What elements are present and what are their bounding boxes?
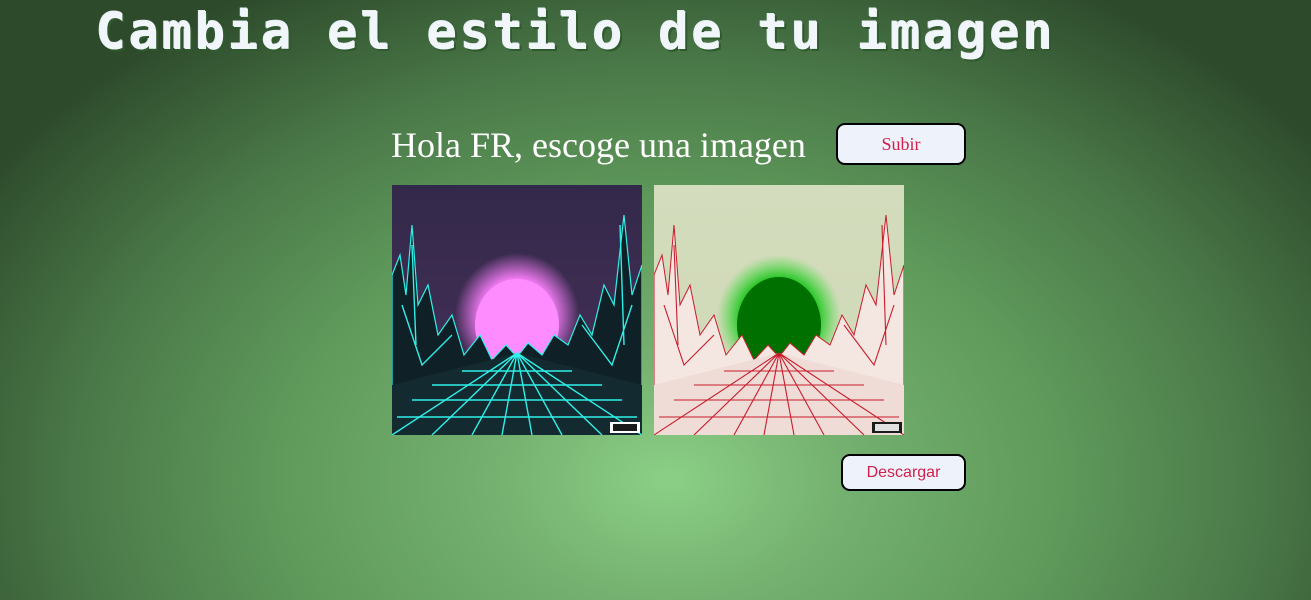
original-image <box>392 185 642 435</box>
page-title: Cambia el estilo de tu imagen <box>96 3 1056 61</box>
upload-button[interactable]: Subir <box>836 123 966 165</box>
styled-image <box>654 185 904 435</box>
download-button[interactable]: Descargar <box>841 454 966 491</box>
upload-prompt-text: Hola FR, escoge una imagen <box>391 125 806 165</box>
styled-landscape-image <box>654 185 904 435</box>
synthwave-landscape-image <box>392 185 642 435</box>
